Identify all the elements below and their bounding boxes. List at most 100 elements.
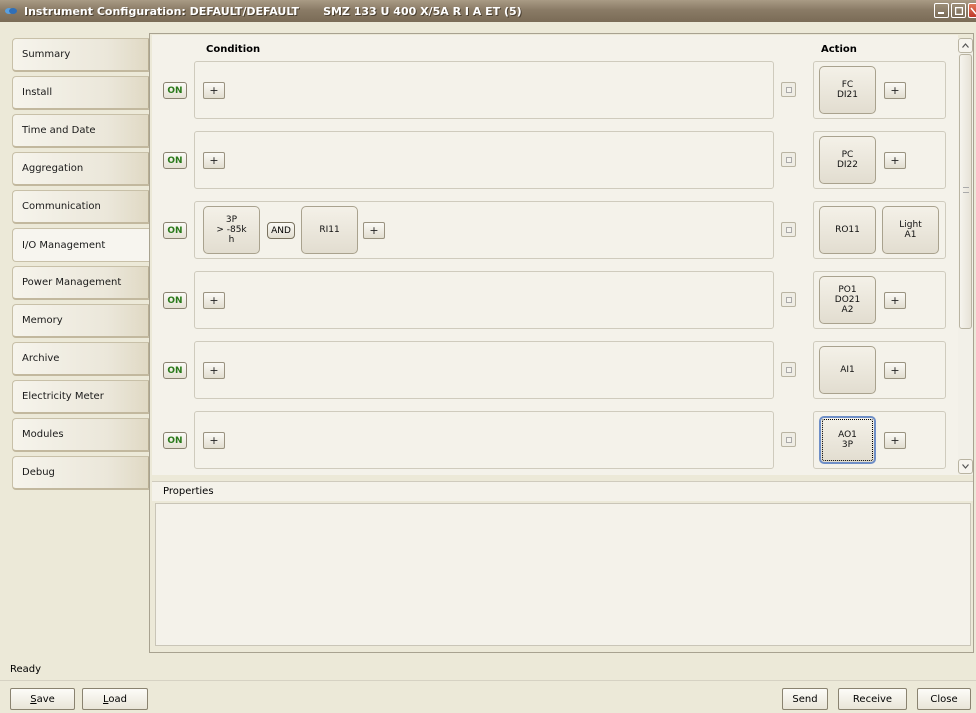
scroll-up-button[interactable] bbox=[958, 38, 973, 53]
add-action-button[interactable]: + bbox=[884, 432, 906, 449]
tab-label: Memory bbox=[22, 315, 63, 326]
tab-label: Archive bbox=[22, 353, 60, 364]
send-label: Send bbox=[792, 693, 818, 705]
tab-label: Modules bbox=[22, 429, 64, 440]
add-condition-button[interactable]: + bbox=[363, 222, 385, 239]
rule-enable-checkbox[interactable] bbox=[781, 82, 796, 97]
tab-label: Aggregation bbox=[22, 163, 84, 174]
app-icon bbox=[4, 5, 20, 17]
window-title: Instrument Configuration: DEFAULT/DEFAUL… bbox=[24, 4, 300, 18]
rule-enable-checkbox[interactable] bbox=[781, 362, 796, 377]
add-condition-button[interactable]: + bbox=[203, 432, 225, 449]
send-button[interactable]: Send bbox=[782, 688, 828, 710]
load-label: Load bbox=[103, 693, 127, 705]
load-button[interactable]: Load bbox=[82, 688, 148, 710]
add-condition-button[interactable]: + bbox=[203, 292, 225, 309]
rule-row: ON 3P > -85k h AND RI11 + RO11 Light A1 bbox=[152, 201, 958, 259]
close-window-button[interactable] bbox=[968, 3, 976, 18]
tab-modules[interactable]: Modules bbox=[12, 418, 150, 452]
tab-label: Time and Date bbox=[22, 125, 96, 136]
add-action-button[interactable]: + bbox=[884, 362, 906, 379]
status-text: Ready bbox=[10, 664, 42, 675]
tab-electricity-meter[interactable]: Electricity Meter bbox=[12, 380, 150, 414]
tab-install[interactable]: Install bbox=[12, 76, 150, 110]
action-box: PO1 DO21 A2 + bbox=[813, 271, 946, 329]
checkbox-box-icon bbox=[785, 296, 792, 303]
action-block[interactable]: Light A1 bbox=[882, 206, 939, 254]
properties-panel: Properties bbox=[152, 481, 973, 651]
condition-block[interactable]: RI11 bbox=[301, 206, 358, 254]
properties-label: Properties bbox=[152, 481, 973, 501]
add-condition-button[interactable]: + bbox=[203, 152, 225, 169]
rule-enable-checkbox[interactable] bbox=[781, 432, 796, 447]
tab-power-management[interactable]: Power Management bbox=[12, 266, 150, 300]
tab-aggregation[interactable]: Aggregation bbox=[12, 152, 150, 186]
bottom-divider bbox=[0, 680, 976, 681]
action-block[interactable]: PC DI22 bbox=[819, 136, 876, 184]
action-box: PC DI22 + bbox=[813, 131, 946, 189]
and-operator-button[interactable]: AND bbox=[267, 222, 295, 239]
checkbox-box-icon bbox=[785, 436, 792, 443]
add-action-button[interactable]: + bbox=[884, 292, 906, 309]
tab-label: Summary bbox=[22, 49, 71, 60]
maximize-button[interactable] bbox=[951, 3, 966, 18]
tab-i-o-management[interactable]: I/O Management bbox=[12, 228, 152, 262]
rule-row: ON + PC DI22 + bbox=[152, 131, 958, 189]
rules-area: Condition Action ON + FC DI21 + ON + PC DI22 + O… bbox=[152, 35, 958, 475]
on-toggle-button[interactable]: ON bbox=[163, 152, 187, 169]
tab-archive[interactable]: Archive bbox=[12, 342, 150, 376]
on-toggle-button[interactable]: ON bbox=[163, 292, 187, 309]
condition-box: + bbox=[194, 61, 774, 119]
checkbox-box-icon bbox=[785, 226, 792, 233]
minimize-icon bbox=[938, 12, 944, 14]
receive-button[interactable]: Receive bbox=[838, 688, 907, 710]
minimize-button[interactable] bbox=[934, 3, 949, 18]
tab-time-and-date[interactable]: Time and Date bbox=[12, 114, 150, 148]
device-name: SMZ 133 U 400 X/5A R I A ET (5) bbox=[323, 4, 522, 18]
rule-enable-checkbox[interactable] bbox=[781, 292, 796, 307]
rule-enable-checkbox[interactable] bbox=[781, 152, 796, 167]
main-panel: Condition Action ON + FC DI21 + ON + PC DI22 + O… bbox=[149, 33, 974, 653]
action-block[interactable]: FC DI21 bbox=[819, 66, 876, 114]
tab-label: Electricity Meter bbox=[22, 391, 104, 402]
add-action-button[interactable]: + bbox=[884, 152, 906, 169]
add-condition-button[interactable]: + bbox=[203, 82, 225, 99]
condition-box: + bbox=[194, 411, 774, 469]
save-button[interactable]: Save bbox=[10, 688, 75, 710]
condition-header: Condition bbox=[206, 44, 261, 55]
tab-memory[interactable]: Memory bbox=[12, 304, 150, 338]
on-toggle-button[interactable]: ON bbox=[163, 432, 187, 449]
action-box: AO1 3P + bbox=[813, 411, 946, 469]
tab-debug[interactable]: Debug bbox=[12, 456, 150, 490]
on-toggle-button[interactable]: ON bbox=[163, 362, 187, 379]
tab-summary[interactable]: Summary bbox=[12, 38, 150, 72]
action-block[interactable]: RO11 bbox=[819, 206, 876, 254]
action-box: AI1 + bbox=[813, 341, 946, 399]
condition-box: 3P > -85k h AND RI11 + bbox=[194, 201, 774, 259]
checkbox-box-icon bbox=[785, 156, 792, 163]
rule-enable-checkbox[interactable] bbox=[781, 222, 796, 237]
chevron-up-icon bbox=[962, 43, 969, 48]
action-block[interactable]: AO1 3P bbox=[819, 416, 876, 464]
tab-label: I/O Management bbox=[22, 239, 106, 251]
checkbox-box-icon bbox=[785, 86, 792, 93]
close-button[interactable]: Close bbox=[917, 688, 971, 710]
add-action-button[interactable]: + bbox=[884, 82, 906, 99]
save-label: Save bbox=[30, 693, 55, 705]
scroll-down-button[interactable] bbox=[958, 459, 973, 474]
tab-communication[interactable]: Communication bbox=[12, 190, 150, 224]
action-block[interactable]: PO1 DO21 A2 bbox=[819, 276, 876, 324]
action-block[interactable]: AI1 bbox=[819, 346, 876, 394]
vertical-scrollbar[interactable] bbox=[958, 38, 973, 475]
condition-box: + bbox=[194, 131, 774, 189]
tab-label: Communication bbox=[22, 201, 101, 212]
properties-body bbox=[155, 503, 971, 646]
on-toggle-button[interactable]: ON bbox=[163, 222, 187, 239]
add-condition-button[interactable]: + bbox=[203, 362, 225, 379]
tab-label: Install bbox=[22, 87, 53, 98]
on-toggle-button[interactable]: ON bbox=[163, 82, 187, 99]
maximize-icon bbox=[954, 6, 963, 15]
scroll-thumb[interactable] bbox=[959, 54, 972, 329]
condition-block[interactable]: 3P > -85k h bbox=[203, 206, 260, 254]
chevron-down-icon bbox=[962, 464, 969, 469]
